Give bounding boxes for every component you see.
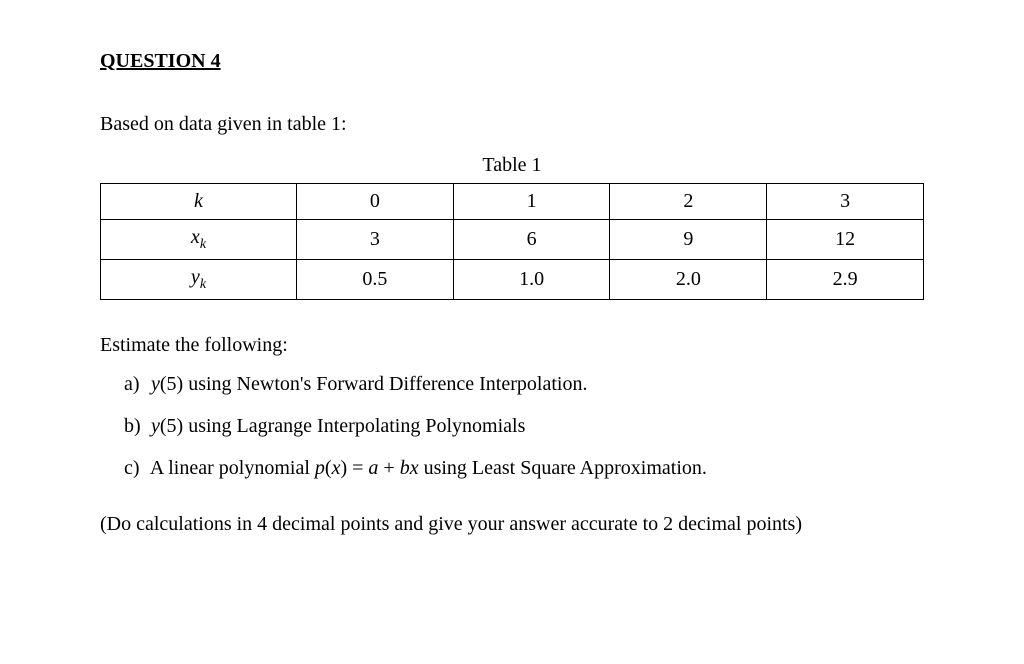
cell: 1.0	[453, 260, 610, 300]
row-label-xk: xk	[101, 220, 297, 260]
item-text: y(5) using Lagrange Interpolating Polyno…	[151, 415, 525, 437]
list-item-b: b) y(5) using Lagrange Interpolating Pol…	[124, 411, 924, 441]
cell: 2.9	[767, 260, 924, 300]
cell: 12	[767, 220, 924, 260]
cell: 6	[453, 220, 610, 260]
table-row: yk 0.5 1.0 2.0 2.9	[101, 260, 924, 300]
cell: 0.5	[296, 260, 453, 300]
list-item-c: c) A linear polynomial p(x) = a + bx usi…	[124, 453, 924, 483]
data-table: k 0 1 2 3 xk 3 6 9 12 yk 0.5 1.0 2.0 2.9	[100, 183, 924, 300]
table-caption: Table 1	[100, 154, 924, 177]
item-text: A linear polynomial p(x) = a + bx using …	[150, 457, 707, 479]
cell: 1	[453, 184, 610, 220]
instruction-note: (Do calculations in 4 decimal points and…	[100, 513, 924, 536]
table-row: k 0 1 2 3	[101, 184, 924, 220]
row-label-yk: yk	[101, 260, 297, 300]
item-label: c)	[124, 453, 146, 483]
item-label: a)	[124, 369, 146, 399]
cell: 9	[610, 220, 767, 260]
question-title: QUESTION 4	[100, 50, 924, 73]
estimate-heading: Estimate the following:	[100, 334, 924, 357]
cell: 2	[610, 184, 767, 220]
item-label: b)	[124, 411, 146, 441]
cell: 3	[767, 184, 924, 220]
cell: 2.0	[610, 260, 767, 300]
question-list: a) y(5) using Newton's Forward Differenc…	[100, 369, 924, 483]
table-row: xk 3 6 9 12	[101, 220, 924, 260]
intro-text: Based on data given in table 1:	[100, 113, 924, 136]
cell: 0	[296, 184, 453, 220]
row-label-k: k	[101, 184, 297, 220]
item-text: y(5) using Newton's Forward Difference I…	[151, 373, 587, 395]
cell: 3	[296, 220, 453, 260]
list-item-a: a) y(5) using Newton's Forward Differenc…	[124, 369, 924, 399]
